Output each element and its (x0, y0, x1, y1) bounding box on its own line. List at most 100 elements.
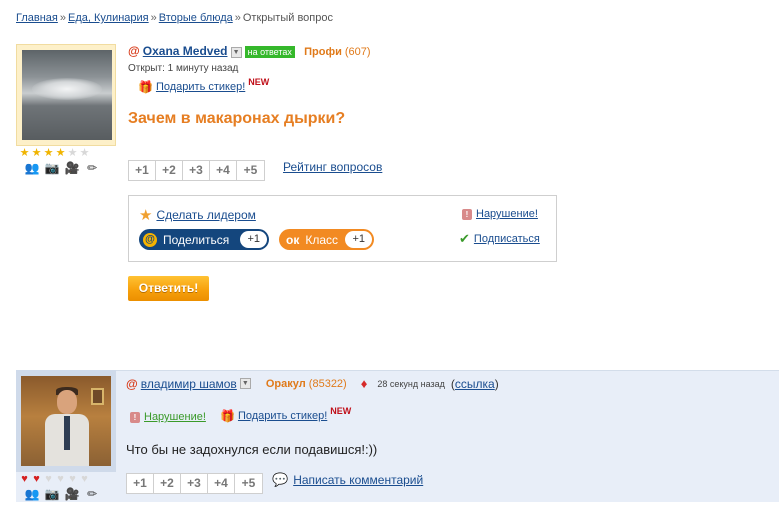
edit-icon[interactable]: ✏ (84, 486, 100, 502)
answer-vote-button-4[interactable]: +4 (208, 474, 235, 493)
heart-icon: ♥ (33, 473, 40, 485)
author-score: (85322) (308, 377, 347, 390)
edit-icon[interactable]: ✏ (84, 160, 100, 176)
avatar-photo (22, 50, 112, 140)
star-icon: ★ (139, 207, 153, 224)
gift-sticker: 🎁 Подарить стикер! NEW (138, 77, 270, 94)
answer-text: Что бы не задохнулся если подавишся!:)) (126, 442, 378, 457)
question-vote-buttons: +1 +2 +3 +4 +5 (128, 160, 265, 181)
answer-vote-button-2[interactable]: +2 (154, 474, 181, 493)
question-rating-link[interactable]: Рейтинг вопросов (283, 160, 382, 174)
answer-button[interactable]: Ответить! (128, 276, 209, 301)
question-opened-time: Открыт: 1 минуту назад (128, 63, 239, 74)
author-score: (607) (344, 46, 371, 58)
gift-sticker-link[interactable]: Подарить стикер! (156, 81, 245, 93)
write-comment: 💬 Написать комментарий (272, 472, 423, 488)
heart-icon: ♥ (45, 473, 52, 485)
answer-header: @ владимир шамов ▼ Оракул (85322) ♦ 28 с… (126, 376, 499, 391)
share-count: +1 (240, 231, 267, 248)
breadcrumb-subcategory-link[interactable]: Вторые блюда (159, 12, 233, 24)
question-vote-button-3[interactable]: +3 (183, 161, 210, 180)
question-vote-button-1[interactable]: +1 (129, 161, 156, 180)
author-rating-stars: ★ ★ ★ ★ ★ ★ (19, 148, 90, 159)
author-badges: 👥 📷 🎥 ✏ (24, 486, 100, 502)
write-comment-link[interactable]: Написать комментарий (293, 473, 423, 487)
answer-author-link[interactable]: владимир шамов (141, 377, 237, 391)
answer-vote-button-1[interactable]: +1 (127, 474, 154, 493)
answer-permalink-wrap: (ссылка) (450, 376, 499, 391)
author-rank: Профи (304, 46, 342, 58)
question-vote-button-4[interactable]: +4 (210, 161, 237, 180)
answer-time: 28 секунд назад (377, 378, 445, 389)
gift-icon: 🎁 (220, 409, 235, 423)
question-action-box: ★ Сделать лидером @ Поделиться +1 ок Кла… (128, 195, 557, 262)
gift-sticker-link[interactable]: Подарить стикер! (238, 410, 327, 422)
answer-vote-button-3[interactable]: +3 (181, 474, 208, 493)
warning-icon: ! (462, 208, 472, 220)
heart-icon: ♥ (69, 473, 76, 485)
answer-vote-buttons: +1 +2 +3 +4 +5 (126, 473, 263, 494)
answer-vote-button-5[interactable]: +5 (235, 474, 262, 493)
diamond-icon: ♦ (360, 376, 368, 391)
question-vote-button-5[interactable]: +5 (237, 161, 264, 180)
breadcrumb-separator: » (150, 12, 157, 24)
author-rank: Оракул (265, 377, 306, 390)
warning-icon: ! (130, 411, 140, 423)
answer-author-avatar[interactable] (16, 370, 116, 472)
breadcrumb-current: Открытый вопрос (242, 12, 333, 24)
subscribe-link[interactable]: Подписаться (474, 233, 540, 245)
question-vote-button-2[interactable]: +2 (156, 161, 183, 180)
friends-icon[interactable]: 👥 (24, 160, 40, 176)
class-count: +1 (345, 231, 372, 248)
photo-icon[interactable]: 📷 (44, 486, 60, 502)
breadcrumb-home-link[interactable]: Главная (16, 12, 58, 24)
report-violation: ! Нарушение! (130, 411, 206, 423)
new-tag: NEW (248, 77, 270, 87)
question-author-link[interactable]: Oxana Medved (143, 44, 228, 58)
question-header: @ Oxana Medved ▼ на ответах Профи (607) (128, 44, 371, 59)
make-leader: ★ Сделать лидером (139, 206, 256, 224)
odnoklassniki-icon: ок (286, 232, 300, 247)
answer-permalink[interactable]: ссылка (455, 377, 495, 391)
star-icon: ★ (55, 147, 66, 159)
comment-bubble-icon: 💬 (272, 472, 289, 487)
gift-sticker: 🎁 Подарить стикер! NEW (220, 406, 351, 423)
heart-icon: ♥ (81, 473, 88, 485)
report-violation-link[interactable]: Нарушение! (144, 411, 206, 423)
breadcrumb-separator: » (59, 12, 66, 24)
subscribe-icon: ✔ (459, 231, 470, 246)
report-violation: ! Нарушение! (462, 208, 538, 220)
heart-icon: ♥ (57, 473, 64, 485)
question-title: Зачем в макаронах дырки? (128, 110, 346, 127)
star-icon: ★ (31, 147, 42, 159)
avatar-photo (21, 376, 111, 466)
star-icon: ★ (79, 147, 90, 159)
friends-icon[interactable]: 👥 (24, 486, 40, 502)
author-rating-hearts: ♥ ♥ ♥ ♥ ♥ ♥ (19, 474, 90, 485)
make-leader-link[interactable]: Сделать лидером (156, 208, 255, 222)
breadcrumb-category-link[interactable]: Еда, Кулинария (68, 12, 149, 24)
class-button[interactable]: ок Класс +1 (279, 229, 374, 250)
breadcrumb-separator: » (234, 12, 241, 24)
subscribe: ✔ Подписаться (459, 231, 540, 247)
mail-at-icon: @ (143, 232, 157, 247)
share-label: Поделиться (163, 232, 230, 247)
star-icon: ★ (67, 147, 78, 159)
class-label: Класс (305, 232, 339, 247)
video-icon[interactable]: 🎥 (64, 486, 80, 502)
gift-icon: 🎁 (138, 80, 153, 94)
share-button[interactable]: @ Поделиться +1 (139, 229, 269, 250)
star-icon: ★ (19, 147, 30, 159)
status-badge: на ответах (244, 46, 295, 59)
mail-at-icon: @ (128, 44, 140, 58)
dropdown-icon[interactable]: ▼ (239, 378, 251, 389)
heart-icon: ♥ (21, 473, 28, 485)
report-violation-link[interactable]: Нарушение! (476, 208, 538, 220)
photo-icon[interactable]: 📷 (44, 160, 60, 176)
question-author-avatar[interactable] (16, 44, 116, 146)
video-icon[interactable]: 🎥 (64, 160, 80, 176)
mail-at-icon: @ (126, 376, 138, 391)
author-badges: 👥 📷 🎥 ✏ (24, 160, 100, 176)
star-icon: ★ (43, 147, 54, 159)
dropdown-icon[interactable]: ▼ (230, 46, 242, 58)
